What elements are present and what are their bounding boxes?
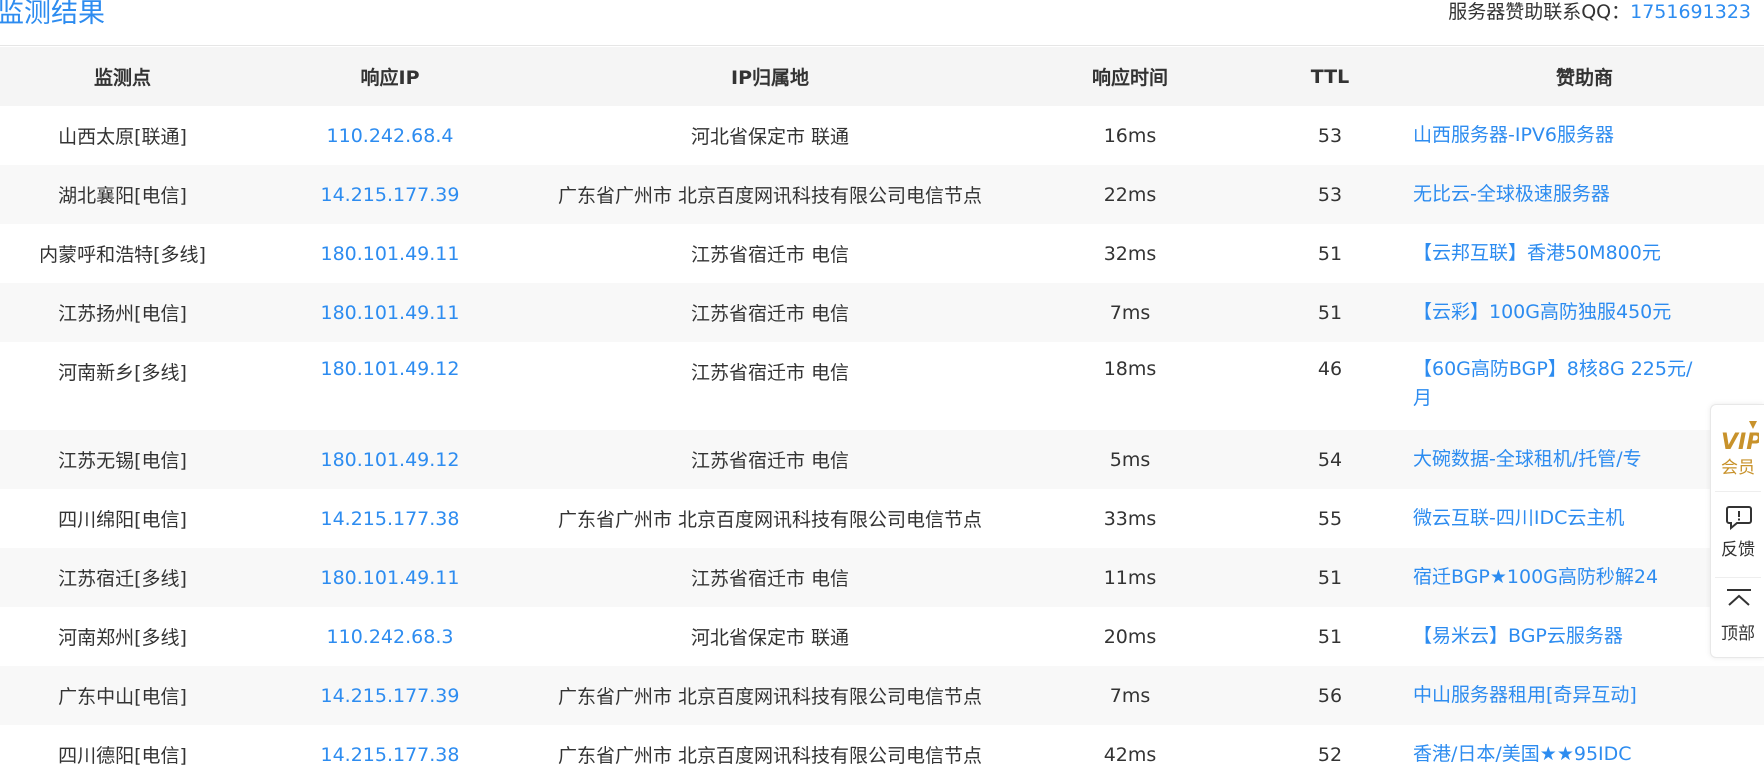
cell-point: 广东中山[电信] — [0, 666, 245, 725]
cell-location: 河北省保定市 联通 — [690, 126, 850, 148]
table-row: 山西太原[联通] 110.242.68.4 河北省保定市 联通 16ms 53 … — [0, 106, 1764, 165]
vip-badge-text: VIP — [1721, 430, 1759, 453]
cell-time: 11ms — [1005, 548, 1255, 607]
cell-ip-link[interactable]: 180.101.49.12 — [245, 430, 535, 489]
cell-location: 河北省保定市 联通 — [690, 627, 850, 649]
vip-label: 会员 — [1721, 458, 1755, 478]
cell-ip-link[interactable]: 180.101.49.12 — [245, 342, 535, 430]
cell-point: 山西太原[联通] — [58, 126, 187, 148]
feedback-icon — [1726, 506, 1752, 531]
table-row: 四川德阳[电信] 14.215.177.38 广东省广州市 北京百度网讯科技有限… — [0, 725, 1764, 765]
cell-time: 42ms — [1103, 743, 1157, 765]
cell-ttl: 53 — [1317, 124, 1343, 147]
cell-location: 江苏省宿迁市 电信 — [690, 362, 850, 384]
divider — [1715, 491, 1761, 492]
cell-ttl: 51 — [1255, 548, 1405, 607]
cell-ttl: 51 — [1317, 625, 1343, 648]
divider — [1715, 577, 1761, 578]
table-header-row: 监测点 响应IP IP归属地 响应时间 TTL 赞助商 — [0, 47, 1764, 106]
cell-time: 7ms — [1005, 283, 1255, 342]
cell-sponsor-link[interactable]: 【云彩】100G高防独服450元 — [1405, 283, 1764, 342]
back-to-top-button[interactable]: 顶部 — [1711, 579, 1764, 663]
sponsor-contact: 服务器赞助联系QQ：1751691323 — [1448, 0, 1751, 24]
cell-ttl: 46 — [1317, 358, 1343, 380]
cell-time: 22ms — [1005, 165, 1255, 224]
chevron-up-icon — [1727, 589, 1751, 606]
cell-ip-link[interactable]: 180.101.49.11 — [245, 224, 535, 283]
cell-time: 16ms — [1103, 124, 1157, 147]
cell-location: 广东省广州市 北京百度网讯科技有限公司电信节点 — [557, 745, 983, 765]
cell-ttl: 52 — [1317, 743, 1343, 765]
cell-time: 18ms — [1103, 358, 1157, 380]
side-float-toolbar: VIP 会员 反馈 顶部 — [1710, 404, 1764, 658]
table-row: 湖北襄阳[电信] 14.215.177.39 广东省广州市 北京百度网讯科技有限… — [0, 165, 1764, 224]
cell-ip-link[interactable]: 180.101.49.11 — [245, 283, 535, 342]
cell-sponsor-link[interactable]: 【云邦互联】香港50M800元 — [1405, 224, 1764, 283]
cell-ttl: 51 — [1255, 283, 1405, 342]
cell-point: 河南新乡[多线] — [58, 362, 187, 384]
cell-ttl: 56 — [1255, 666, 1405, 725]
cell-sponsor-link[interactable]: 中山服务器租用[奇异互动] — [1405, 666, 1764, 725]
results-table: 监测点 响应IP IP归属地 响应时间 TTL 赞助商 山西太原[联通] 110… — [0, 47, 1764, 765]
column-header-time: 响应时间 — [1005, 47, 1255, 106]
page-title: 监测结果 — [0, 0, 105, 29]
table-row: 内蒙呼和浩特[多线] 180.101.49.11 江苏省宿迁市 电信 32ms … — [0, 224, 1764, 283]
cell-point: 江苏宿迁[多线] — [0, 548, 245, 607]
cell-time: 7ms — [1005, 666, 1255, 725]
cell-location: 广东省广州市 北京百度网讯科技有限公司电信节点 — [557, 509, 983, 531]
feedback-button[interactable]: 反馈 — [1711, 493, 1764, 577]
cell-ttl: 54 — [1255, 430, 1405, 489]
column-header-point: 监测点 — [0, 47, 245, 106]
vip-member-button[interactable]: VIP 会员 — [1711, 405, 1764, 489]
column-header-sponsor: 赞助商 — [1405, 47, 1764, 106]
cell-point: 内蒙呼和浩特[多线] — [39, 244, 206, 266]
feedback-label: 反馈 — [1721, 540, 1755, 560]
cell-ip-link[interactable]: 110.242.68.4 — [245, 106, 535, 165]
cell-point: 四川德阳[电信] — [58, 745, 187, 765]
cell-sponsor-link[interactable]: 香港/日本/美国★★95IDC — [1405, 725, 1764, 765]
cell-location: 江苏省宿迁市 电信 — [535, 283, 1005, 342]
table-row: 河南新乡[多线] 180.101.49.12 江苏省宿迁市 电信 18ms 46… — [0, 342, 1764, 430]
cell-location: 江苏省宿迁市 电信 — [690, 244, 850, 266]
cell-sponsor-link[interactable]: 山西服务器-IPV6服务器 — [1405, 106, 1764, 165]
cell-ip-link[interactable]: 14.215.177.39 — [245, 165, 535, 224]
sponsor-line: 【60G高防BGP】8核8G 225元/ — [1413, 358, 1693, 380]
column-header-location: IP归属地 — [535, 47, 1005, 106]
table-row: 四川绵阳[电信] 14.215.177.38 广东省广州市 北京百度网讯科技有限… — [0, 489, 1764, 548]
results-header: 监测结果 服务器赞助联系QQ：1751691323 — [0, 0, 1764, 46]
cell-ip-link[interactable]: 180.101.49.11 — [245, 548, 535, 607]
cell-time: 33ms — [1103, 507, 1157, 530]
sponsor-contact-label: 服务器赞助联系QQ： — [1448, 1, 1631, 23]
column-header-ip: 响应IP — [245, 47, 535, 106]
cell-location: 广东省广州市 北京百度网讯科技有限公司电信节点 — [535, 666, 1005, 725]
sponsor-qq-link[interactable]: 1751691323 — [1630, 1, 1751, 23]
cell-time: 20ms — [1103, 625, 1157, 648]
table-row: 河南郑州[多线] 110.242.68.3 河北省保定市 联通 20ms 51 … — [0, 607, 1764, 666]
cell-ttl: 53 — [1255, 165, 1405, 224]
cell-ip-link[interactable]: 110.242.68.3 — [245, 607, 535, 666]
cell-time: 32ms — [1103, 242, 1157, 265]
cell-point: 江苏扬州[电信] — [0, 283, 245, 342]
column-header-ttl: TTL — [1255, 47, 1405, 106]
vip-icon: VIP — [1721, 421, 1759, 453]
top-label: 顶部 — [1721, 624, 1755, 644]
cell-ttl: 55 — [1317, 507, 1343, 530]
cell-location: 广东省广州市 北京百度网讯科技有限公司电信节点 — [535, 165, 1005, 224]
cell-point: 湖北襄阳[电信] — [0, 165, 245, 224]
cell-location: 江苏省宿迁市 电信 — [535, 430, 1005, 489]
cell-ip-link[interactable]: 14.215.177.39 — [245, 666, 535, 725]
cell-time: 5ms — [1005, 430, 1255, 489]
cell-sponsor-link[interactable]: 无比云-全球极速服务器 — [1405, 165, 1764, 224]
table-row: 广东中山[电信] 14.215.177.39 广东省广州市 北京百度网讯科技有限… — [0, 666, 1764, 725]
table-row: 江苏扬州[电信] 180.101.49.11 江苏省宿迁市 电信 7ms 51 … — [0, 283, 1764, 342]
table-row: 江苏宿迁[多线] 180.101.49.11 江苏省宿迁市 电信 11ms 51… — [0, 548, 1764, 607]
cell-point: 河南郑州[多线] — [58, 627, 187, 649]
cell-ip-link[interactable]: 14.215.177.38 — [245, 489, 535, 548]
cell-point: 江苏无锡[电信] — [0, 430, 245, 489]
cell-ip-link[interactable]: 14.215.177.38 — [245, 725, 535, 765]
cell-point: 四川绵阳[电信] — [58, 509, 187, 531]
cell-ttl: 51 — [1317, 242, 1343, 265]
cell-location: 江苏省宿迁市 电信 — [535, 548, 1005, 607]
table-row: 江苏无锡[电信] 180.101.49.12 江苏省宿迁市 电信 5ms 54 … — [0, 430, 1764, 489]
